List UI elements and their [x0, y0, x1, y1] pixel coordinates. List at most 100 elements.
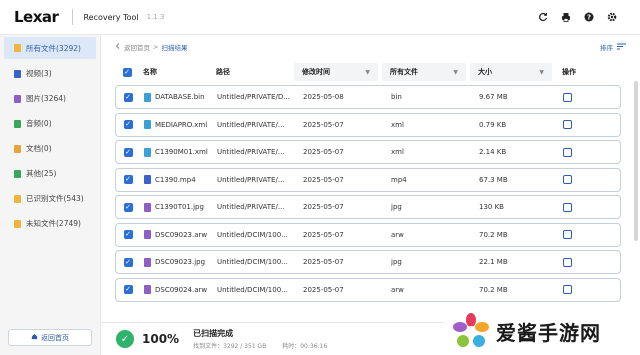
table-row[interactable]: ✓ MEDIAPRO.xml Untitled/PRIVATE/... 2025…: [115, 112, 621, 137]
row-checkbox[interactable]: ✓: [123, 202, 133, 212]
app-version: 1.1.3: [146, 13, 165, 21]
home-button[interactable]: 返回首页: [8, 329, 92, 346]
row-checkbox[interactable]: ✓: [123, 257, 133, 267]
file-name: C1390.mp4: [155, 175, 196, 184]
preview-icon[interactable]: [563, 120, 572, 129]
file-date: 2025-05-07: [303, 120, 344, 129]
image-icon: [14, 94, 21, 103]
file-type: jpg: [391, 203, 402, 211]
table-row[interactable]: ✓ DATABASE.bin Untitled/PRIVATE/D... 202…: [115, 85, 621, 109]
row-checkbox[interactable]: ✓: [123, 285, 133, 294]
file-icon: [144, 285, 151, 294]
file-name: C1390M01.xml: [155, 148, 208, 156]
row-checkbox[interactable]: ✓: [123, 92, 133, 102]
row-checkbox[interactable]: ✓: [123, 230, 133, 239]
sidebar-item-label: 音频(0): [26, 119, 52, 128]
sidebar-item-documents[interactable]: 文档(0): [0, 136, 100, 161]
row-checkbox[interactable]: ✓: [123, 120, 133, 129]
refresh-icon[interactable]: [536, 10, 549, 23]
sidebar-item-images[interactable]: 图片(3264): [0, 86, 100, 111]
table-row[interactable]: ✓ DSC09023.jpg Untitled/DCIM/100... 2025…: [115, 250, 621, 274]
sidebar-item-unknown[interactable]: 未知文件(2749): [0, 211, 100, 236]
back-icon[interactable]: [115, 43, 121, 51]
sidebar-item-other[interactable]: 其他(25): [0, 161, 100, 186]
sidebar-item-label: 文档(0): [26, 144, 52, 153]
sidebar-item-label: 视频(3): [26, 69, 52, 78]
file-date: 2025-05-08: [303, 93, 344, 101]
file-icon: [144, 92, 151, 102]
scrollbar[interactable]: [634, 81, 638, 241]
file-path: Untitled/PRIVATE/...: [217, 120, 285, 129]
breadcrumb: 返回首页 > 扫描结果: [115, 42, 187, 52]
file-type: arw: [391, 230, 404, 239]
file-date: 2025-05-07: [303, 258, 344, 266]
status-title: 已扫描完成: [193, 329, 234, 338]
file-type: mp4: [391, 175, 407, 184]
sidebar-item-identified[interactable]: 已识别文件(543): [0, 186, 100, 211]
home-icon: [31, 333, 38, 342]
preview-icon[interactable]: [563, 230, 572, 239]
sidebar-item-audio[interactable]: 音频(0): [0, 111, 100, 136]
file-icon: [144, 175, 151, 184]
table-header: ✓ 名称 路径 修改时间 ▼ 所有文件 ▼ 大小 ▼ 操作: [115, 61, 621, 83]
sidebar: 所有文件(3292) 视频(3) 图片(3264) 音频(0) 文档(0) 其他…: [0, 35, 101, 355]
watermark-logo: [452, 312, 490, 350]
chevron-down-icon: ▼: [365, 68, 370, 76]
video-icon: [14, 69, 21, 78]
sidebar-item-video[interactable]: 视频(3): [0, 61, 100, 86]
breadcrumb-home[interactable]: 返回首页: [124, 42, 150, 52]
file-name: DSC09023.arw: [155, 230, 208, 239]
preview-icon[interactable]: [563, 147, 572, 157]
file-icon: [144, 147, 151, 157]
header-type-label: 所有文件: [390, 68, 418, 76]
file-date: 2025-05-07: [303, 285, 344, 294]
row-checkbox[interactable]: ✓: [123, 147, 133, 157]
file-type: bin: [391, 93, 402, 101]
row-checkbox[interactable]: ✓: [123, 175, 133, 184]
settings-icon[interactable]: [605, 10, 618, 23]
watermark-text: 爱酱手游网: [496, 320, 601, 345]
table-row[interactable]: ✓ C1390T01.jpg Untitled/PRIVATE/... 2025…: [115, 195, 621, 219]
file-size: 0.79 KB: [479, 120, 507, 129]
file-type: xml: [391, 148, 404, 156]
header-size-label: 大小: [478, 68, 492, 76]
header-size-filter[interactable]: 大小 ▼: [470, 63, 552, 81]
file-date: 2025-05-07: [303, 175, 344, 184]
sidebar-item-label: 图片(3264): [26, 94, 66, 103]
file-list: ✓ DATABASE.bin Untitled/PRIVATE/D... 202…: [115, 85, 621, 305]
select-all-checkbox[interactable]: ✓: [122, 67, 132, 77]
main-panel: 返回首页 > 扫描结果 排序 ✓ 名称 路径 修改时间 ▼ 所有文件 ▼ 大小 …: [101, 35, 640, 322]
file-size: 70.2 MB: [479, 230, 508, 239]
preview-icon[interactable]: [563, 202, 572, 212]
sort-control[interactable]: 排序: [600, 42, 626, 52]
file-name: DSC09023.jpg: [155, 258, 206, 266]
help-icon[interactable]: ?: [582, 10, 595, 23]
preview-icon[interactable]: [563, 257, 572, 267]
lexar-logo: Lexar: [14, 8, 59, 26]
chevron-down-icon: ▼: [539, 68, 544, 76]
preview-icon[interactable]: [563, 175, 572, 184]
table-row[interactable]: ✓ C1390.mp4 Untitled/PRIVATE/... 2025-05…: [115, 167, 621, 192]
file-date: 2025-05-07: [303, 203, 344, 211]
sidebar-item-label: 未知文件(2749): [26, 219, 81, 228]
preview-icon[interactable]: [563, 285, 572, 294]
table-row[interactable]: ✓ DSC09024.arw Untitled/DCIM/100... 2025…: [115, 277, 621, 302]
scan-percent: 100%: [142, 332, 180, 346]
table-row[interactable]: ✓ DSC09023.arw Untitled/DCIM/100... 2025…: [115, 222, 621, 247]
file-icon: [144, 202, 151, 212]
folder-icon: [14, 44, 21, 52]
file-size: 70.2 MB: [479, 285, 508, 294]
file-path: Untitled/PRIVATE/...: [217, 148, 285, 156]
print-icon[interactable]: [559, 10, 572, 23]
found-files: 找到文件：3292 / 351 GB: [193, 343, 267, 350]
file-path: Untitled/PRIVATE/...: [217, 175, 285, 184]
header-date-filter[interactable]: 修改时间 ▼: [294, 63, 378, 81]
preview-icon[interactable]: [563, 92, 572, 102]
file-size: 130 KB: [479, 203, 504, 211]
header-name-label: 名称: [143, 68, 157, 76]
table-row[interactable]: ✓ C1390M01.xml Untitled/PRIVATE/... 2025…: [115, 140, 621, 164]
file-size: 22.1 MB: [479, 258, 508, 266]
sidebar-item-all-files[interactable]: 所有文件(3292): [4, 37, 96, 59]
header-type-filter[interactable]: 所有文件 ▼: [382, 63, 466, 81]
file-type: xml: [391, 120, 404, 129]
